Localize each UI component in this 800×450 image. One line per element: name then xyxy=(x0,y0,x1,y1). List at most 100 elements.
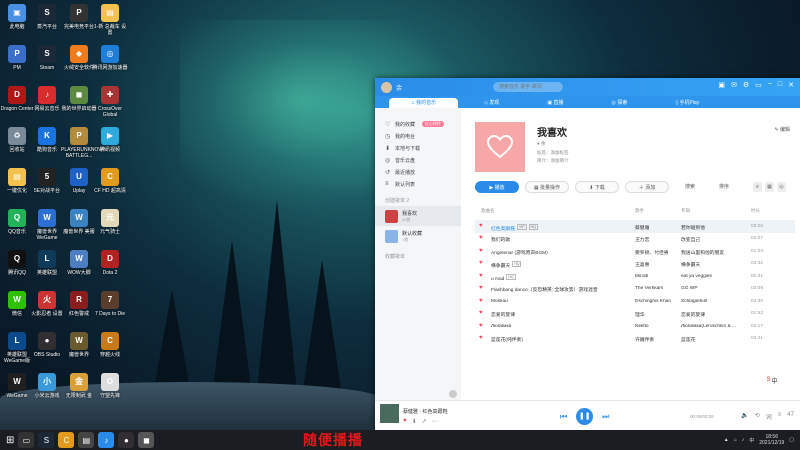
created-playlists-header[interactable]: 创建歌单 2 xyxy=(375,194,461,206)
desktop-icon-steam[interactable]: S 蒸汽平台 xyxy=(29,4,65,30)
song-album[interactable]: 改变自己 xyxy=(681,236,700,243)
desktop-icon-obs[interactable]: ● OBS Studio xyxy=(29,332,65,358)
song-row[interactable]: ♥ 蓝莲花(纯伴奏) 许巍伴奏 蓝莲花 03:41 xyxy=(475,333,795,346)
song-artist[interactable]: Dschinghis Khan xyxy=(635,299,671,304)
volume-icon[interactable]: 🔈 xyxy=(741,412,748,421)
like-icon[interactable]: ♥ xyxy=(403,418,407,425)
locate-icon[interactable]: ◎ xyxy=(777,182,786,192)
song-artist[interactable]: 王喜惠 xyxy=(635,261,649,268)
song-row[interactable]: ♥ 红色高跟鞋 VIP HQ 蔡健雅 若你碰到他 03:26 xyxy=(475,220,795,233)
liked-heart-icon[interactable]: ♥ xyxy=(479,260,483,266)
desktop-icon-netease[interactable]: ♪ 网易云音乐 xyxy=(29,86,65,112)
next-icon[interactable]: ⏭ xyxy=(602,412,609,422)
desktop-icon-tencent[interactable]: ▶ 腾讯视频 xyxy=(92,127,128,153)
batch-button[interactable]: ▦ 批量操作 xyxy=(525,181,569,193)
share-icon[interactable]: ↗ xyxy=(422,418,427,425)
song-row[interactable]: ♥ Moskau Dschinghis Khan Schlagerkult 04:30 xyxy=(475,295,795,308)
col-title[interactable]: 歌曲名 xyxy=(481,208,495,214)
add-button[interactable]: ＋ 添加 xyxy=(625,181,669,193)
song-title[interactable]: 红色高跟鞋 xyxy=(491,227,515,232)
add-intro-link[interactable]: 添加简介 xyxy=(551,158,569,163)
obs-taskbar-icon[interactable]: ● xyxy=(118,432,135,448)
song-row[interactable]: ♥ Angetenar (游戏原声BGM) 要罗顿、付佳男 我送山里和他的朋友 01:0… xyxy=(475,245,795,258)
desktop-icon-cfhd[interactable]: C CF HD 超高清 xyxy=(92,168,128,194)
desktop-icon-cfhd2[interactable]: C 穿越火线 xyxy=(92,332,128,358)
song-artist[interactable]: 理华 xyxy=(635,311,645,318)
message-icon[interactable]: ✉ xyxy=(731,81,737,89)
shirt-icon[interactable]: ▣ xyxy=(718,81,725,89)
song-title[interactable]: 恋爱的旋律 xyxy=(491,313,515,318)
avatar[interactable] xyxy=(381,81,392,93)
loop-icon[interactable]: ⟲ xyxy=(755,412,760,421)
song-album[interactable]: Любимка(Leruschkin & ... xyxy=(681,324,736,329)
queue-icon[interactable]: ≡ xyxy=(778,412,782,421)
desktop-icon-folder1[interactable]: ▤ 1-新 总裁车 设置 xyxy=(92,4,128,36)
song-artist[interactable]: Mino$ xyxy=(635,274,648,279)
song-title[interactable]: Любимка xyxy=(491,324,511,329)
tab-1[interactable]: ◇ 发现 xyxy=(462,98,521,108)
ime-toolbar[interactable]: S中 xyxy=(760,374,784,386)
sidebar-item-2[interactable]: ⬇ 本地与下载 xyxy=(375,142,461,154)
owner-name[interactable]: 余 xyxy=(541,141,546,146)
close-icon[interactable]: ✕ xyxy=(788,81,794,89)
song-album[interactable]: GG WP xyxy=(681,286,698,291)
song-row[interactable]: ♥ Flashbang dance（反恐精英: 全球攻势）游戏混音 The Verk… xyxy=(475,283,795,296)
sidebar-item-1[interactable]: ◷ 我的电台 xyxy=(375,130,461,142)
song-album[interactable]: 蓝莲花 xyxy=(681,336,695,343)
liked-heart-icon[interactable]: ♥ xyxy=(479,285,483,291)
song-title[interactable]: 我们的歌 xyxy=(491,238,510,243)
song-artist[interactable]: 王力宏 xyxy=(635,236,649,243)
desktop-icon-yuanqi[interactable]: 元元气骑士 xyxy=(92,209,128,235)
windows-start-icon[interactable]: ⊞ xyxy=(6,435,14,446)
sidebar-item-5[interactable]: ≡ 默认列表 xyxy=(375,178,461,190)
tab-4[interactable]: ▯ 手机Play xyxy=(653,98,721,108)
desktop-icon-wegame[interactable]: W 魔兽世界 WeGame xyxy=(29,209,65,241)
tab-3[interactable]: ◎ 探索 xyxy=(590,98,650,108)
more-icon[interactable]: ⋯ xyxy=(432,418,438,425)
previous-icon[interactable]: ⏮ xyxy=(560,412,567,422)
desktop-icon-yy2[interactable]: 火火影忍者 设置 xyxy=(29,291,65,317)
desktop-icon-game4[interactable]: 小小米云游戏 xyxy=(29,373,65,399)
play-all-button[interactable]: ▶ 播放 xyxy=(475,181,519,193)
sidebar-scroll-icon[interactable] xyxy=(449,390,457,398)
liked-heart-icon[interactable]: ♥ xyxy=(479,310,483,316)
song-row[interactable]: ♥ u mad HQ Mino$ eat ya veggies 02:31 xyxy=(475,270,795,283)
sidebar-playlist-0[interactable]: 我喜欢 20首 xyxy=(375,206,461,226)
song-row[interactable]: ♥ 横争霸天 HQ 王喜惠 横争霸天 03:32 xyxy=(475,258,795,271)
add-tag-link[interactable]: 添加标签 xyxy=(551,150,569,155)
minimize-icon[interactable]: − xyxy=(768,81,772,89)
list-view-icon[interactable]: ≡ xyxy=(753,182,762,192)
download-button[interactable]: ⬇ 下载 xyxy=(575,181,619,193)
song-title[interactable]: Angetenar (游戏原声BGM) xyxy=(491,251,548,256)
liked-heart-icon[interactable]: ♥ xyxy=(479,223,483,229)
task-view-icon[interactable]: ▭ xyxy=(18,432,35,448)
song-album[interactable]: 我送山里和他的朋友 xyxy=(681,249,724,256)
sidebar-item-0[interactable]: ♡ 我的收藏 红心快传 xyxy=(375,118,461,130)
song-artist[interactable]: The Verkkars xyxy=(635,286,663,291)
song-row[interactable]: ♥ Любимка Niletto Любимка(Leruschkin & ... 0… xyxy=(475,320,795,333)
mini-mode-icon[interactable]: ▭ xyxy=(755,81,762,89)
search-input[interactable] xyxy=(493,82,563,92)
col-album[interactable]: 专辑 xyxy=(681,208,690,214)
desktop-icon-game7[interactable]: O 守望先锋 xyxy=(92,373,128,399)
search-in-list[interactable]: 搜索 xyxy=(685,181,695,193)
desktop-icon-cross[interactable]: ✚ CrossOver Global xyxy=(92,86,128,118)
liked-heart-icon[interactable]: ♥ xyxy=(479,298,483,304)
maximize-icon[interactable]: □ xyxy=(778,81,782,89)
tray-app-icon[interactable]: ▲ xyxy=(724,437,729,443)
steam-taskbar-icon[interactable]: S xyxy=(38,432,55,448)
desktop-icon-game5[interactable]: 5 5E对战平台 xyxy=(29,168,65,194)
song-artist[interactable]: 蔡健雅 xyxy=(635,224,649,231)
song-artist[interactable]: 要罗顿、付佳男 xyxy=(635,249,669,256)
liked-heart-icon[interactable]: ♥ xyxy=(479,273,483,279)
liked-heart-icon[interactable]: ♥ xyxy=(479,235,483,241)
desktop-icon-steam2[interactable]: S Steam xyxy=(29,45,65,71)
song-title[interactable]: 横争霸天 xyxy=(491,264,510,269)
desktop-icon-lol[interactable]: L 英雄联盟 xyxy=(29,250,65,276)
song-row[interactable]: ♥ 恋爱的旋律 理华 恋爱的旋律 01:52 xyxy=(475,308,795,321)
sidebar-item-4[interactable]: ↺ 最近播放 xyxy=(375,166,461,178)
edit-button[interactable]: ✎ 编辑 xyxy=(774,126,790,133)
song-album[interactable]: 恋爱的旋律 xyxy=(681,311,705,318)
tab-0[interactable]: ♫ 我的音乐 xyxy=(389,98,459,108)
song-album[interactable]: 若你碰到他 xyxy=(681,224,705,231)
